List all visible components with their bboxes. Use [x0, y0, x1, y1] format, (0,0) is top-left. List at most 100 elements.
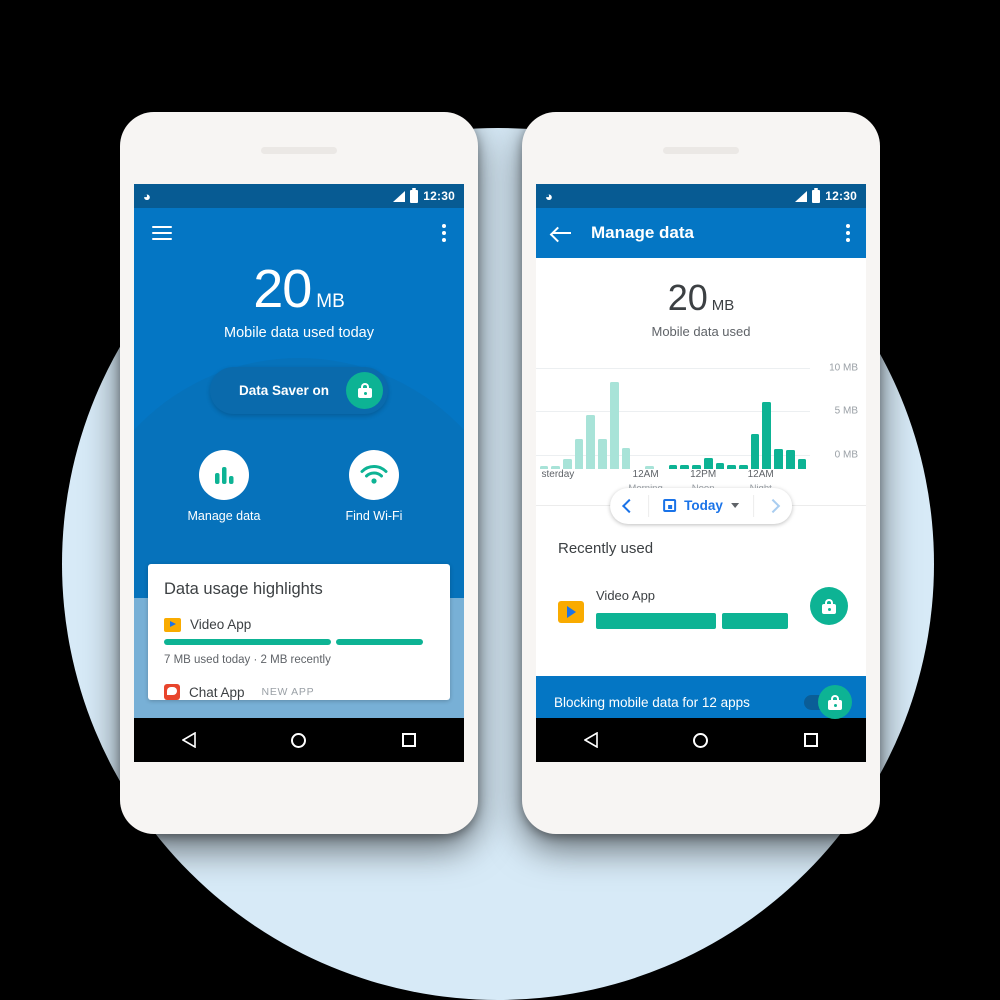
- chart-y-axis: 0 MB 5 MB 10 MB: [810, 359, 862, 469]
- lock-icon[interactable]: [346, 372, 383, 409]
- arrow-back-icon[interactable]: [552, 226, 571, 241]
- highlight-app-row[interactable]: Video App: [164, 617, 434, 632]
- chart-y-tick-label: 0 MB: [834, 449, 858, 461]
- usage-value: 20: [667, 277, 708, 318]
- chart-bar: [762, 401, 772, 469]
- phone1-screen: ◕ 12:30 20 MB Mobile data used today Dat…: [134, 184, 464, 762]
- chart-bar: [703, 457, 713, 469]
- usage-bar-segment: [164, 639, 332, 645]
- hamburger-menu-icon[interactable]: [152, 222, 172, 244]
- phone-device-home: ◕ 12:30 20 MB Mobile data used today Dat…: [120, 112, 478, 834]
- signal-icon: [795, 190, 808, 202]
- chart-bar: [621, 448, 631, 469]
- app-name: Video App: [190, 617, 252, 632]
- app-name: Chat App: [189, 684, 245, 700]
- usage-unit: MB: [711, 297, 735, 314]
- chat-app-icon: [164, 684, 180, 700]
- highlight-app-row[interactable]: Chat App NEW APP: [164, 684, 434, 700]
- datally-icon: ◕: [545, 188, 553, 204]
- signal-icon: [393, 190, 406, 202]
- home-nav-icon[interactable]: [693, 732, 709, 748]
- chart-plot-area: [536, 359, 810, 469]
- chevron-right-icon[interactable]: [754, 498, 792, 513]
- usage-bar: [164, 639, 434, 645]
- usage-bar: [596, 613, 798, 629]
- quick-action-find-wifi[interactable]: Find Wi-Fi: [328, 450, 420, 523]
- chart-x-tick-label: 12AM: [632, 469, 659, 480]
- date-selector-label: Today: [684, 498, 723, 513]
- home-hero-panel: 20 MB Mobile data used today Data Saver o…: [134, 208, 464, 762]
- battery-icon: [812, 187, 821, 203]
- chart-bar: [574, 439, 584, 469]
- recents-nav-icon[interactable]: [402, 733, 417, 747]
- usage-bar-segment: [596, 613, 716, 629]
- wifi-icon: [349, 450, 399, 500]
- status-clock: 12:30: [825, 189, 857, 203]
- data-usage-hero: 20 MB Mobile data used today: [134, 262, 464, 341]
- quick-actions: Manage data Find Wi-Fi: [134, 450, 464, 523]
- android-nav-bar: [134, 718, 464, 762]
- quick-action-label: Find Wi-Fi: [345, 509, 403, 523]
- usage-value: 20: [253, 259, 312, 319]
- chevron-left-icon[interactable]: [610, 498, 648, 513]
- app-usage-meta: 7 MB used today · 2 MB recently: [164, 654, 331, 666]
- back-nav-icon[interactable]: [181, 732, 196, 748]
- quick-action-label: Manage data: [187, 509, 261, 523]
- video-app-icon: [164, 617, 181, 632]
- chart-x-tick-label: 12AM: [747, 469, 774, 480]
- usage-bar-chart: 0 MB 5 MB 10 MB: [536, 359, 866, 469]
- back-nav-icon[interactable]: [583, 732, 598, 748]
- data-usage-highlights-card: Data usage highlights Video App 7 MB use…: [148, 564, 450, 700]
- calendar-icon: [663, 499, 677, 512]
- usage-bar-segment: [722, 613, 788, 629]
- date-selector-dropdown[interactable]: Today: [648, 494, 754, 517]
- lock-toggle-icon[interactable]: [804, 685, 852, 719]
- chart-bar: [774, 448, 783, 469]
- usage-caption: Mobile data used: [651, 324, 751, 339]
- chart-x-tick-label: sterday: [541, 469, 575, 480]
- chart-bar: [609, 381, 619, 469]
- earpiece-speaker: [261, 147, 337, 154]
- recently-used-row[interactable]: Video App: [558, 587, 866, 629]
- kebab-menu-icon[interactable]: [442, 221, 446, 245]
- home-nav-icon[interactable]: [291, 732, 307, 748]
- chart-bar: [797, 458, 807, 469]
- app-bar: Manage data: [536, 208, 866, 258]
- chart-bars: [538, 359, 808, 469]
- chevron-down-icon: [730, 503, 739, 508]
- page-title: Manage data: [591, 223, 694, 242]
- status-bar: ◕ 12:30: [536, 184, 866, 208]
- status-clock: 12:30: [423, 189, 455, 203]
- earpiece-speaker: [663, 147, 739, 154]
- chart-x-tick-label: 12PM: [690, 469, 717, 480]
- phone-device-manage-data: ◕ 12:30 Manage data 20 MB Mobile data use…: [522, 112, 880, 834]
- kebab-menu-icon[interactable]: [846, 221, 850, 245]
- quick-action-manage-data[interactable]: Manage data: [178, 450, 270, 523]
- status-bar: ◕ 12:30: [134, 184, 464, 208]
- android-nav-bar: [536, 718, 866, 762]
- hero-halo-decoration: [134, 358, 464, 762]
- app-bar: [134, 208, 464, 258]
- chart-y-tick-label: 5 MB: [834, 405, 858, 417]
- recents-nav-icon[interactable]: [804, 733, 819, 747]
- date-selector: Today: [610, 487, 792, 524]
- battery-icon: [410, 187, 419, 203]
- chart-y-tick-label: 10 MB: [829, 362, 858, 374]
- status-icons: 12:30: [795, 187, 857, 203]
- chart-bar: [562, 458, 572, 469]
- data-saver-toggle[interactable]: Data Saver on: [210, 367, 388, 414]
- chart-bar: [586, 414, 596, 469]
- date-selector-divider: Today: [536, 487, 866, 524]
- lock-icon[interactable]: [810, 587, 848, 625]
- card-title: Data usage highlights: [164, 580, 323, 598]
- usage-unit: MB: [316, 291, 345, 312]
- phone2-screen: ◕ 12:30 Manage data 20 MB Mobile data use…: [536, 184, 866, 762]
- status-icons: 12:30: [393, 187, 455, 203]
- recently-used-title: Recently used: [558, 540, 654, 557]
- manage-data-body: 20 MB Mobile data used 0 MB 5 MB 10 MB ster…: [536, 258, 866, 728]
- usage-caption: Mobile data used today: [224, 325, 374, 341]
- scene: ◕ 12:30 20 MB Mobile data used today Dat…: [0, 0, 1000, 1000]
- data-usage-hero: 20 MB Mobile data used: [536, 258, 866, 340]
- usage-bar-segment: [336, 639, 423, 645]
- chart-bar: [598, 439, 607, 469]
